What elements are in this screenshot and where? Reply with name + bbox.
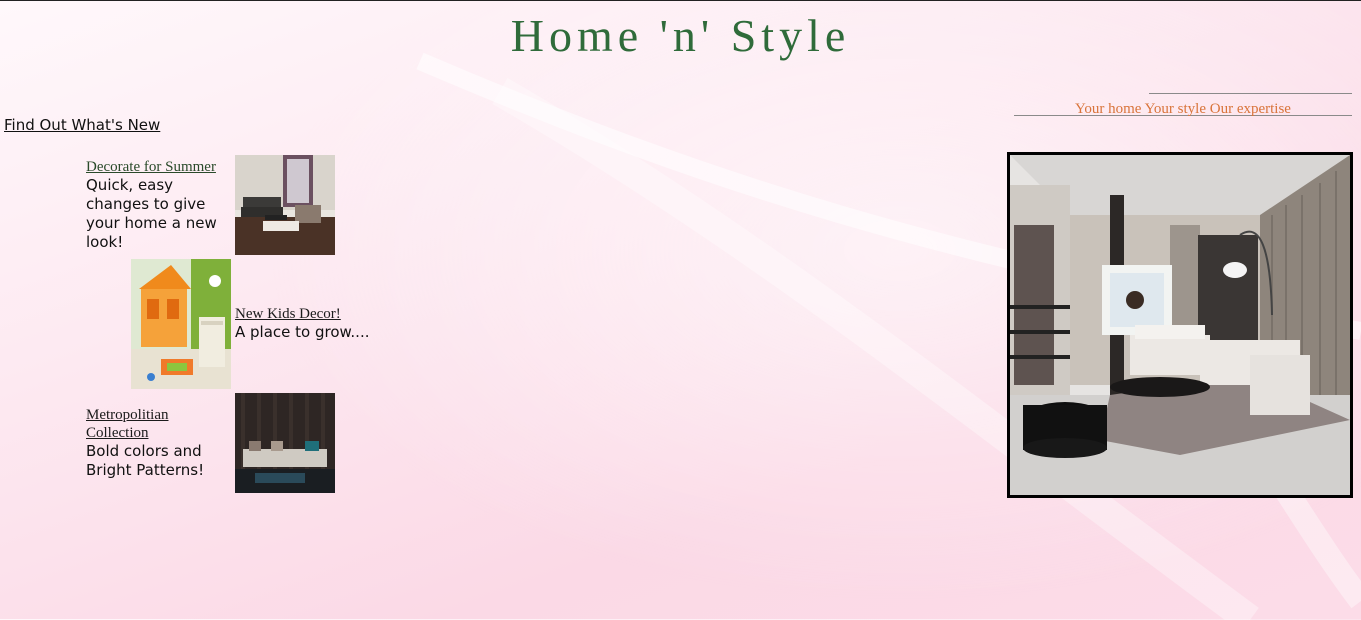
kids-decor-description: A place to grow.... — [235, 323, 370, 341]
news-item-metropolitan: Metropolitian Collection Bold colors and… — [86, 406, 234, 480]
site-title: Home 'n' Style — [510, 10, 851, 61]
metropolitan-collection-description: Bold colors and Bright Patterns! — [86, 442, 205, 479]
tagline-box: Your home Your style Our expertise — [1014, 93, 1352, 117]
news-item-summer: Decorate for Summer Quick, easy changes … — [86, 158, 234, 252]
decorate-summer-description: Quick, easy changes to give your home a … — [86, 176, 217, 251]
tagline: Your home Your style Our expertise — [1075, 101, 1291, 117]
news-item-kids: New Kids Decor! A place to grow.... — [235, 305, 395, 342]
metropolitan-collection-link[interactable]: Metropolitian Collection — [86, 406, 234, 442]
summer-living-room-thumbnail[interactable] — [235, 155, 335, 255]
kids-room-thumbnail[interactable] — [131, 259, 231, 389]
decorate-summer-link[interactable]: Decorate for Summer — [86, 158, 234, 176]
metropolitan-sofa-thumbnail[interactable] — [235, 393, 335, 493]
whats-new-link[interactable]: Find Out What's New — [4, 116, 160, 134]
kids-decor-link[interactable]: New Kids Decor! — [235, 305, 395, 323]
living-room-hero-image — [1007, 152, 1353, 498]
